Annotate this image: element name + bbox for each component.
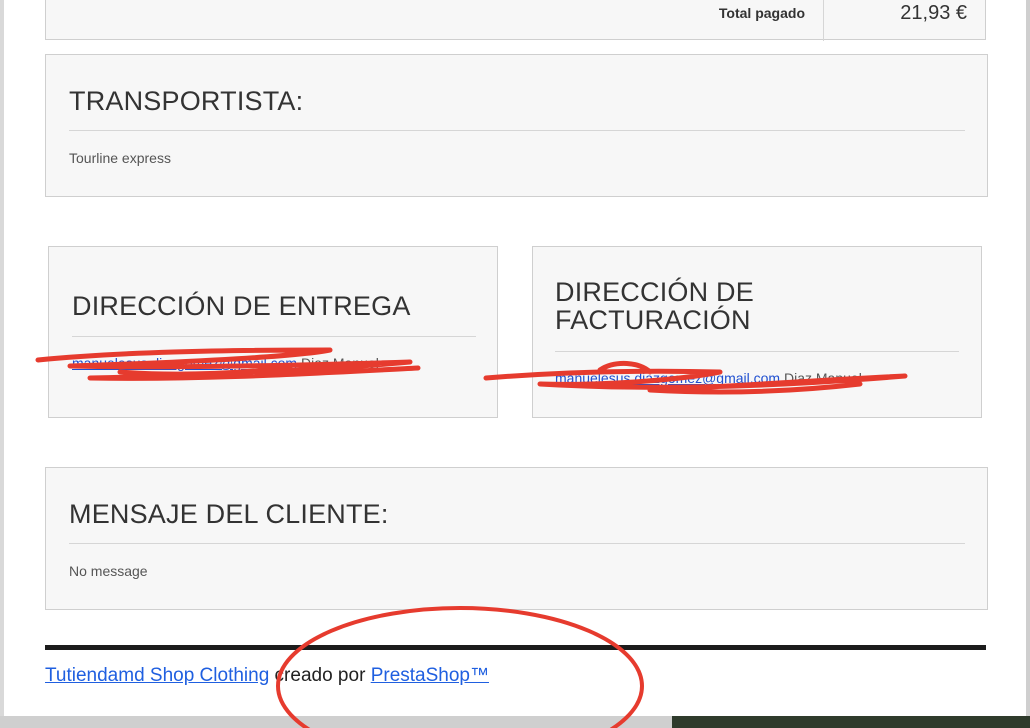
shipping-name: Diaz Manuel [300,355,379,371]
customer-message-panel: MENSAJE DEL CLIENTE: No message [45,467,988,610]
shipping-title: DIRECCIÓN DE ENTREGA [72,291,411,321]
window-right-edge [1026,0,1030,728]
carrier-panel: TRANSPORTISTA: Tourline express [45,54,988,197]
billing-name: Diaz Manuel [783,370,862,386]
billing-divider [555,351,959,352]
shipping-address-panel: DIRECCIÓN DE ENTREGA manuelesus.diazgome… [48,246,498,418]
footer-divider [45,645,986,650]
desktop-background-strip [672,716,1030,728]
window-left-edge [0,0,4,728]
billing-email-link[interactable]: manuelesus.diazgomez@gmail.com [555,370,780,386]
shipping-divider [72,336,476,337]
message-divider [69,543,965,544]
prestashop-link[interactable]: PrestaShop™ [371,665,489,686]
footer: Tutiendamd Shop Clothing creado por Pres… [45,665,489,687]
carrier-divider [69,130,965,131]
message-text: No message [69,563,148,579]
total-paid-label: Total pagado [718,5,805,21]
message-title: MENSAJE DEL CLIENTE: [69,499,389,529]
shipping-contact: manuelesus.diazgomez@gmail.com Diaz Manu… [72,355,379,371]
totals-row: Total pagado 21,93 € [45,0,986,41]
carrier-name: Tourline express [69,150,171,166]
shipping-email-link[interactable]: manuelesus.diazgomez@gmail.com [72,355,297,371]
billing-title-line2: FACTURACIÓN [555,305,751,335]
total-paid-value: 21,93 € [900,2,967,24]
billing-address-panel: DIRECCIÓN DE FACTURACIÓN manuelesus.diaz… [532,246,982,418]
carrier-title: TRANSPORTISTA: [69,86,304,116]
totals-divider [823,0,824,41]
billing-contact: manuelesus.diazgomez@gmail.com Diaz Manu… [555,370,862,386]
billing-title-line1: DIRECCIÓN DE [555,277,754,307]
billing-title: DIRECCIÓN DE FACTURACIÓN [555,278,754,334]
footer-created-by: creado por [269,665,371,686]
shop-link[interactable]: Tutiendamd Shop Clothing [45,665,269,686]
